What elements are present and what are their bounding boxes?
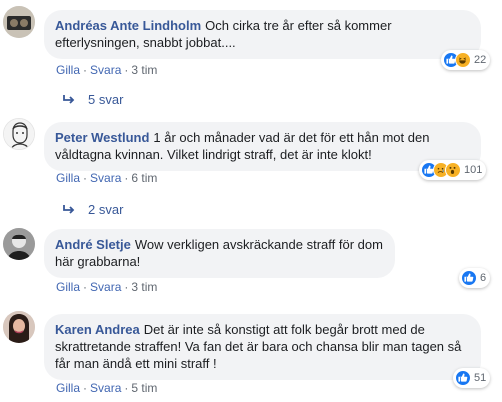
reply-button[interactable]: Svara bbox=[90, 63, 121, 77]
reactions-summary[interactable]: 6 bbox=[459, 268, 491, 288]
comment-actions: Gilla · Svara · 3 tim bbox=[56, 63, 158, 77]
like-button[interactable]: Gilla bbox=[56, 63, 80, 77]
reply-arrow-icon bbox=[63, 204, 75, 214]
avatar[interactable] bbox=[3, 118, 35, 150]
comment-actions: Gilla · Svara · 6 tim bbox=[56, 171, 158, 185]
comment-time[interactable]: 6 tim bbox=[131, 171, 157, 185]
reply-button[interactable]: Svara bbox=[90, 171, 121, 185]
like-button[interactable]: Gilla bbox=[56, 171, 80, 185]
avatar[interactable] bbox=[3, 228, 35, 260]
comment-bubble: Andréas Ante Lindholm Och cirka tre år ef… bbox=[44, 10, 481, 59]
avatar[interactable] bbox=[3, 6, 35, 38]
reactions-summary[interactable]: 51 bbox=[453, 368, 491, 388]
comment-author[interactable]: André Sletje bbox=[55, 237, 131, 252]
comment-time[interactable]: 3 tim bbox=[131, 280, 157, 294]
comment-author[interactable]: Andréas Ante Lindholm bbox=[55, 18, 201, 33]
comment-bubble: Karen Andrea Det är inte så konstigt att … bbox=[44, 314, 481, 380]
reaction-count: 22 bbox=[474, 54, 487, 66]
reaction-count: 51 bbox=[474, 372, 487, 384]
comment-bubble: Peter Westlund 1 år och månader vad är de… bbox=[44, 122, 481, 171]
reactions-summary[interactable]: 22 bbox=[441, 50, 491, 70]
like-button[interactable]: Gilla bbox=[56, 381, 80, 395]
view-replies-link[interactable]: 5 svar bbox=[62, 92, 123, 107]
comment-time[interactable]: 3 tim bbox=[131, 63, 157, 77]
reaction-count: 6 bbox=[480, 272, 487, 284]
replies-count: 5 svar bbox=[88, 92, 124, 107]
comment-bubble: André Sletje Wow verkligen avskräckande s… bbox=[44, 229, 395, 278]
comment-author[interactable]: Peter Westlund bbox=[55, 130, 149, 145]
wow-icon bbox=[445, 162, 461, 178]
comment-author[interactable]: Karen Andrea bbox=[55, 322, 140, 337]
reply-button[interactable]: Svara bbox=[90, 280, 121, 294]
reactions-summary[interactable]: 101 bbox=[419, 160, 487, 180]
comment-time[interactable]: 5 tim bbox=[131, 381, 157, 395]
reply-arrow-icon bbox=[63, 94, 75, 104]
comment-actions: Gilla · Svara · 5 tim bbox=[56, 381, 158, 395]
view-replies-link[interactable]: 2 svar bbox=[62, 202, 123, 217]
avatar[interactable] bbox=[3, 311, 35, 343]
like-icon bbox=[455, 370, 471, 386]
reaction-count: 101 bbox=[464, 164, 483, 176]
replies-count: 2 svar bbox=[88, 202, 124, 217]
like-icon bbox=[461, 270, 477, 286]
comment-actions: Gilla · Svara · 3 tim bbox=[56, 280, 158, 294]
like-button[interactable]: Gilla bbox=[56, 280, 80, 294]
reply-button[interactable]: Svara bbox=[90, 381, 121, 395]
laugh-icon bbox=[455, 52, 471, 68]
